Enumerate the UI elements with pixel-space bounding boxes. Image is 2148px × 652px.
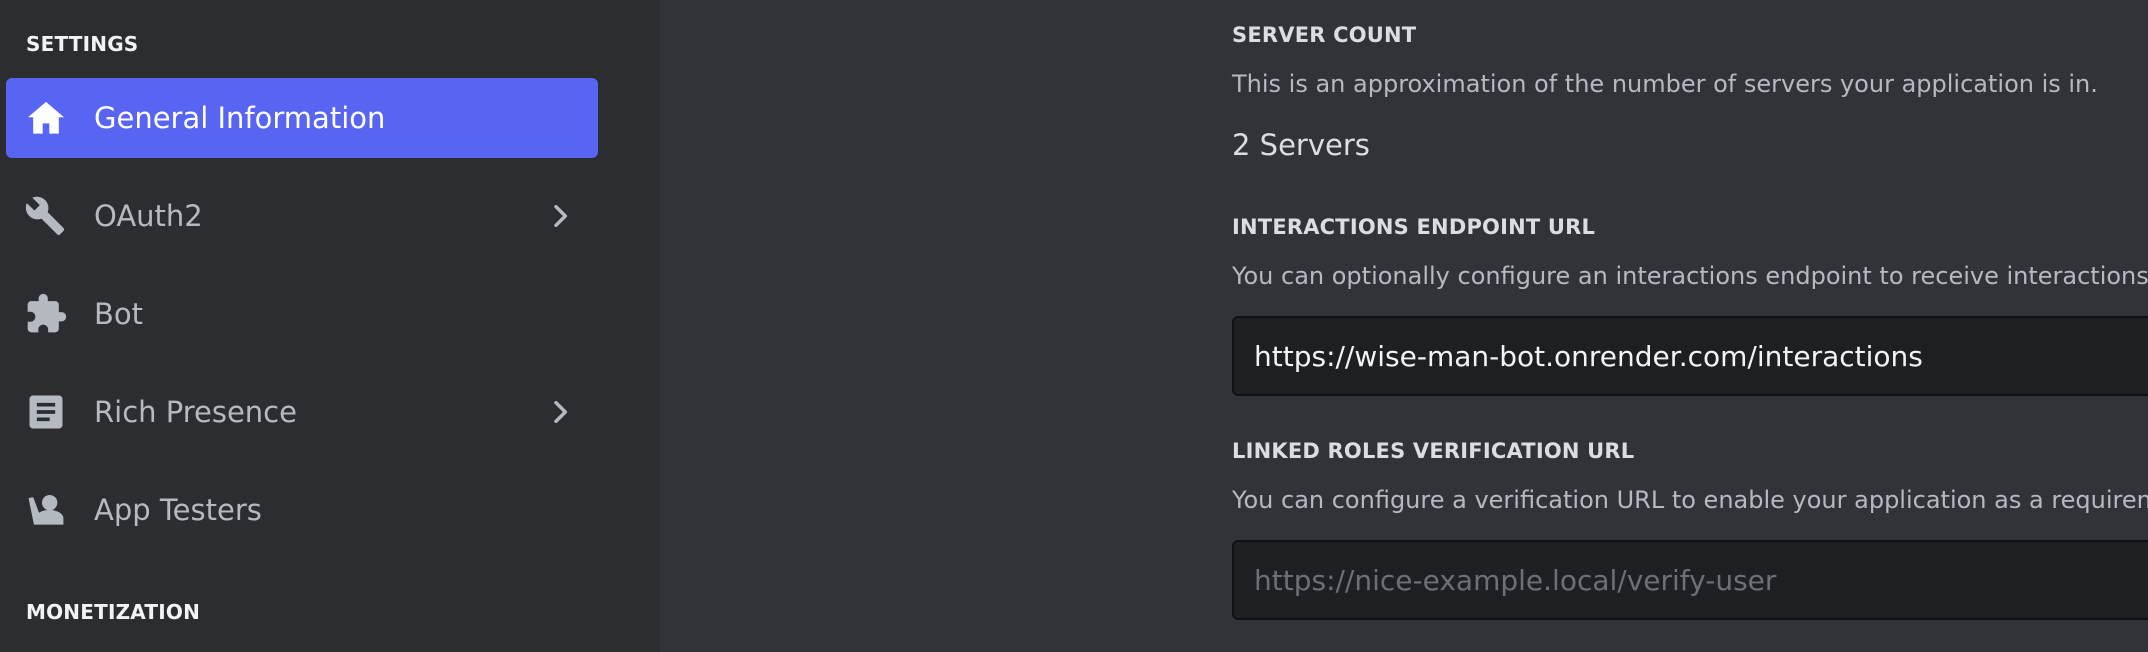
sidebar-item-general-information[interactable]: General Information [6,78,598,158]
chevron-right-icon [544,396,576,428]
sidebar-item-label: Bot [94,297,144,331]
interactions-endpoint-input[interactable] [1232,316,2148,396]
settings-section-header: SETTINGS [26,32,139,56]
main-content: SERVER COUNT This is an approximation of… [660,0,2148,652]
linked-roles-description: You can configure a verification URL to … [1232,486,2148,514]
sidebar-item-bot[interactable]: Bot [6,274,598,354]
chevron-right-icon [544,200,576,232]
document-icon [24,390,68,434]
wrench-icon [24,194,68,238]
home-icon [24,96,68,140]
sidebar-item-label: OAuth2 [94,199,203,233]
sidebar-item-app-testers[interactable]: App Testers [6,470,598,550]
sidebar-item-label: General Information [94,101,386,135]
server-count-description: This is an approximation of the number o… [1232,70,2098,98]
sidebar: SETTINGS General Information OAuth2 Bot [0,0,660,652]
linked-roles-verification-input[interactable] [1232,540,2148,620]
server-count-value: 2 Servers [1232,128,1370,162]
sidebar-item-label: App Testers [94,493,262,527]
interactions-endpoint-description: You can optionally configure an interact… [1232,262,2148,290]
sidebar-item-rich-presence[interactable]: Rich Presence [6,372,598,452]
sidebar-item-oauth2[interactable]: OAuth2 [6,176,598,256]
linked-roles-label: LINKED ROLES VERIFICATION URL [1232,439,1635,463]
person-icon [24,488,68,532]
interactions-endpoint-label: INTERACTIONS ENDPOINT URL [1232,215,1596,239]
sidebar-item-label: Rich Presence [94,395,297,429]
app-root: SETTINGS General Information OAuth2 Bot [0,0,2148,652]
puzzle-icon [24,292,68,336]
monetization-section-header: MONETIZATION [26,600,201,624]
server-count-label: SERVER COUNT [1232,23,1417,47]
